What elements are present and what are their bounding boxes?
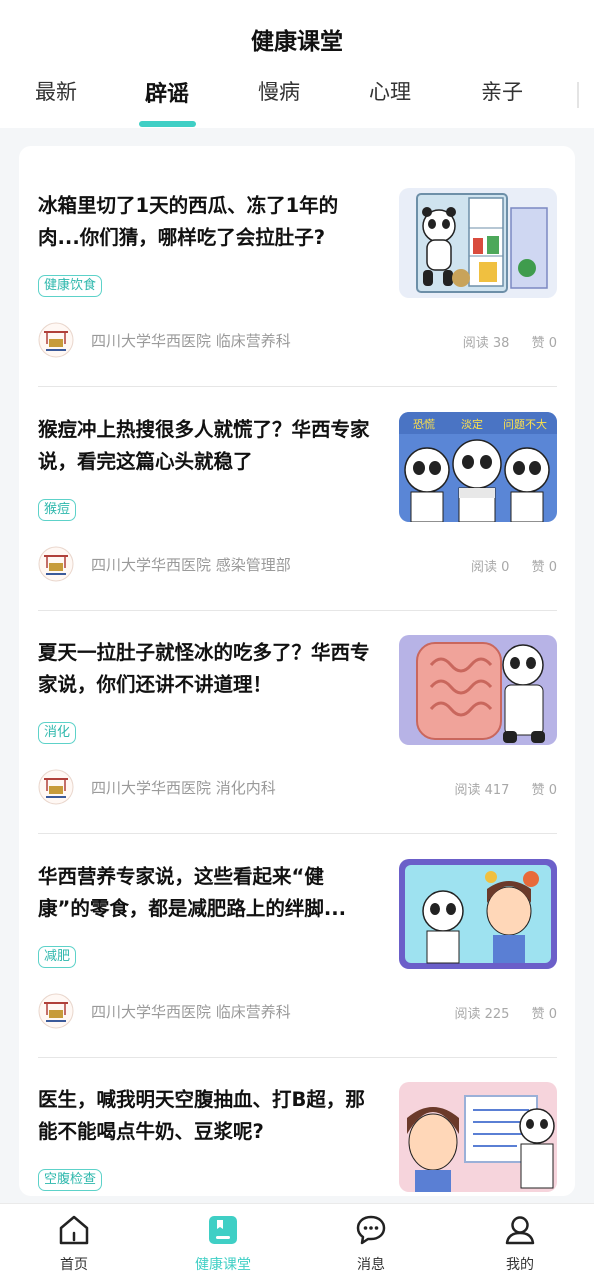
article-title[interactable]: 医生，喊我明天空腹抽血、打B超，那能不能喝点牛奶、豆浆呢? bbox=[38, 1084, 373, 1148]
article-stats: 阅读 38 赞 0 bbox=[445, 332, 557, 351]
article-thumbnail[interactable]: 恐慌 淡定 问题不大 bbox=[399, 412, 557, 522]
hospital-logo-icon bbox=[38, 993, 74, 1029]
article-tag[interactable]: 健康饮食 bbox=[38, 275, 103, 297]
user-icon bbox=[505, 1216, 535, 1245]
like-count: 赞 0 bbox=[531, 560, 557, 575]
nav-home[interactable]: 首页 bbox=[14, 1204, 134, 1280]
read-count: 阅读 225 bbox=[454, 1007, 510, 1022]
read-count: 阅读 38 bbox=[462, 336, 510, 351]
like-count: 赞 0 bbox=[531, 336, 557, 351]
nav-messages[interactable]: 消息 bbox=[311, 1204, 431, 1280]
svg-text:恐慌: 恐慌 bbox=[413, 418, 435, 431]
nav-messages-label: 消息 bbox=[357, 1257, 385, 1273]
hospital-logo-icon bbox=[38, 546, 74, 582]
page-title: 健康课堂 bbox=[251, 29, 343, 55]
article-source: 四川大学华西医院 临床营养科 bbox=[91, 1003, 291, 1021]
tab-overflow-divider bbox=[577, 82, 579, 108]
article-feed[interactable]: 冰箱里切了1天的西瓜、冻了1年的肉...你们猜，哪样吃了会拉肚子? 健康饮食 四… bbox=[19, 146, 575, 1196]
category-tabs: 最新 辟谣 慢病 心理 亲子 bbox=[0, 76, 594, 128]
article-source: 四川大学华西医院 临床营养科 bbox=[91, 332, 291, 350]
chat-bubble-icon bbox=[356, 1215, 386, 1245]
svg-text:问题不大: 问题不大 bbox=[503, 417, 547, 431]
article-card[interactable]: 医生，喊我明天空腹抽血、打B超，那能不能喝点牛奶、豆浆呢? 空腹检查 bbox=[19, 1040, 575, 1196]
article-thumbnail[interactable] bbox=[399, 635, 557, 745]
tab-chronic-disease[interactable]: 慢病 bbox=[229, 76, 329, 106]
article-card[interactable]: 猴痘冲上热搜很多人就慌了？华西专家说，看完这篇心头就稳了 猴痘 恐慌 淡定 问题… bbox=[19, 370, 575, 611]
header: 健康课堂 最新 辟谣 慢病 心理 亲子 bbox=[0, 0, 594, 128]
article-thumbnail[interactable] bbox=[399, 1082, 557, 1192]
article-card[interactable]: 夏天一拉肚子就怪冰的吃多了？华西专家说，你们还讲不讲道理！ 消化 四川大学华西医… bbox=[19, 593, 575, 834]
tab-latest[interactable]: 最新 bbox=[6, 76, 106, 106]
hospital-logo-icon bbox=[38, 322, 74, 358]
like-count: 赞 0 bbox=[531, 1007, 557, 1022]
svg-text:淡定: 淡定 bbox=[461, 417, 483, 431]
bookmark-book-icon bbox=[209, 1216, 237, 1244]
article-tag[interactable]: 空腹检查 bbox=[38, 1169, 103, 1191]
tab-rumor-busting[interactable]: 辟谣 bbox=[117, 76, 217, 108]
bottom-navigation: 首页 健康课堂 消息 我的 bbox=[0, 1203, 594, 1280]
nav-profile-label: 我的 bbox=[506, 1257, 534, 1273]
article-title[interactable]: 夏天一拉肚子就怪冰的吃多了？华西专家说，你们还讲不讲道理！ bbox=[38, 637, 373, 701]
active-tab-indicator bbox=[139, 121, 196, 127]
article-meta: 四川大学华西医院 临床营养科 阅读 38 赞 0 bbox=[38, 322, 557, 358]
article-card[interactable]: 冰箱里切了1天的西瓜、冻了1年的肉...你们猜，哪样吃了会拉肚子? 健康饮食 四… bbox=[19, 146, 575, 387]
tab-parenting[interactable]: 亲子 bbox=[452, 76, 552, 106]
article-tag[interactable]: 猴痘 bbox=[38, 499, 77, 521]
nav-health-class[interactable]: 健康课堂 bbox=[163, 1204, 283, 1280]
article-title[interactable]: 猴痘冲上热搜很多人就慌了？华西专家说，看完这篇心头就稳了 bbox=[38, 414, 373, 478]
article-meta: 四川大学华西医院 感染管理部 阅读 0 赞 0 bbox=[38, 546, 557, 582]
article-tag[interactable]: 消化 bbox=[38, 722, 77, 744]
article-stats: 阅读 0 赞 0 bbox=[453, 556, 557, 575]
article-title[interactable]: 华西营养专家说，这些看起来“健康”的零食，都是减肥路上的绊脚... bbox=[38, 861, 373, 925]
home-icon bbox=[59, 1215, 89, 1245]
article-stats: 阅读 417 赞 0 bbox=[437, 779, 558, 798]
article-tag[interactable]: 减肥 bbox=[38, 946, 77, 968]
read-count: 阅读 417 bbox=[454, 783, 510, 798]
tab-psychology[interactable]: 心理 bbox=[340, 76, 440, 106]
article-stats: 阅读 225 赞 0 bbox=[437, 1003, 558, 1022]
article-thumbnail[interactable] bbox=[399, 859, 557, 969]
read-count: 阅读 0 bbox=[471, 560, 510, 575]
like-count: 赞 0 bbox=[531, 783, 557, 798]
article-title[interactable]: 冰箱里切了1天的西瓜、冻了1年的肉...你们猜，哪样吃了会拉肚子? bbox=[38, 190, 373, 254]
nav-profile[interactable]: 我的 bbox=[460, 1204, 580, 1280]
article-meta: 四川大学华西医院 临床营养科 阅读 225 赞 0 bbox=[38, 993, 557, 1029]
nav-home-label: 首页 bbox=[60, 1257, 88, 1273]
article-meta: 四川大学华西医院 消化内科 阅读 417 赞 0 bbox=[38, 769, 557, 805]
article-source: 四川大学华西医院 感染管理部 bbox=[91, 556, 291, 574]
article-source: 四川大学华西医院 消化内科 bbox=[91, 779, 276, 797]
article-card[interactable]: 华西营养专家说，这些看起来“健康”的零食，都是减肥路上的绊脚... 减肥 四川大… bbox=[19, 817, 575, 1058]
nav-health-class-label: 健康课堂 bbox=[195, 1257, 251, 1273]
article-thumbnail[interactable] bbox=[399, 188, 557, 298]
hospital-logo-icon bbox=[38, 769, 74, 805]
